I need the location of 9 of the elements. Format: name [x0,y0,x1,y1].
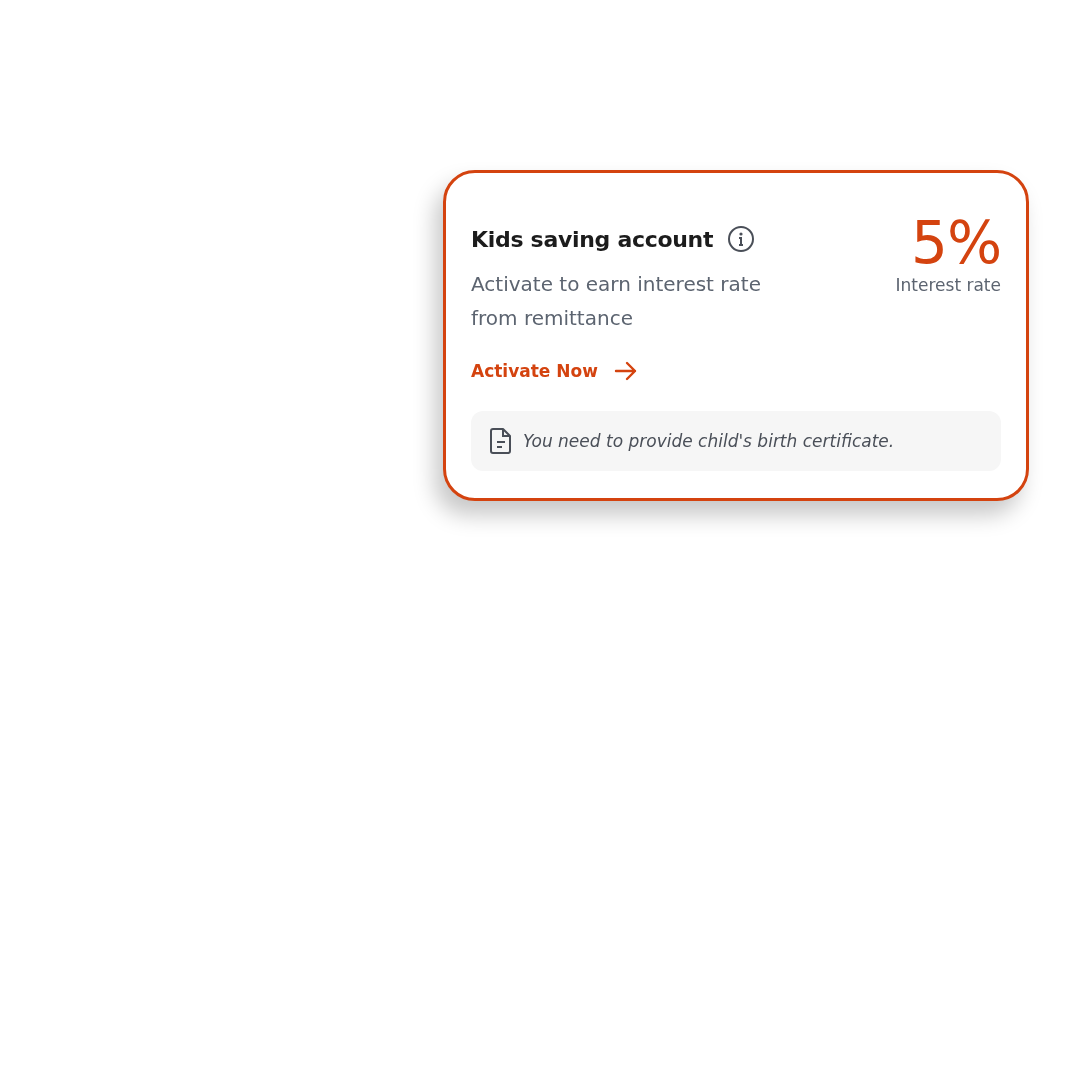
interest-rate: 5% [911,208,1001,278]
interest-rate-label: Interest rate [895,275,1001,295]
info-icon[interactable] [727,225,756,253]
document-icon [489,427,513,455]
activate-link[interactable]: Activate Now [471,361,638,381]
card-description: Activate to earn interest rate from remittance [471,271,762,332]
card-title: Kids saving account [471,226,714,252]
arrow-right-icon [613,361,638,381]
note-text: You need to provide child's birth certificate. [523,431,895,451]
